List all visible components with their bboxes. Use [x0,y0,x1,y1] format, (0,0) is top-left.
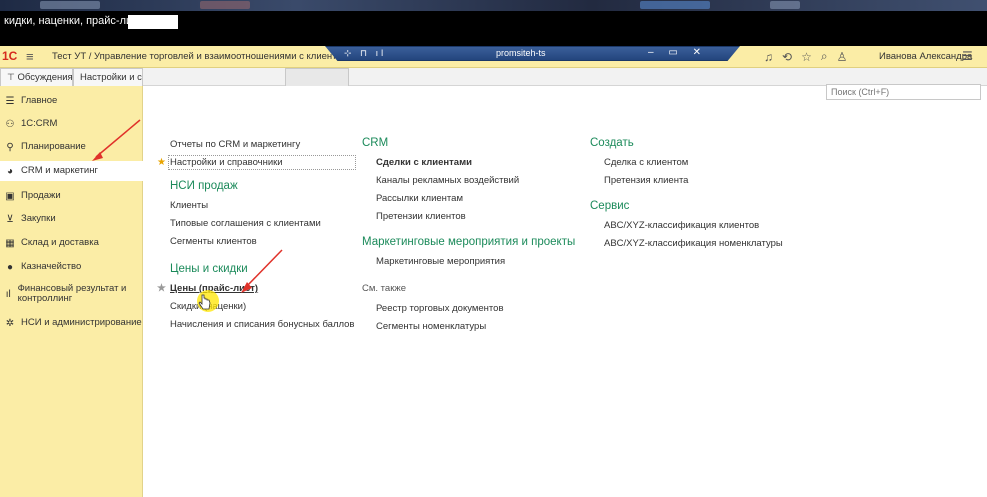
link-trade-docs-registry[interactable]: Реестр торговых документов [376,303,575,314]
ruble-icon: ● [6,261,14,273]
link-crm-reports[interactable]: Отчеты по CRM и маркетингу [170,139,354,150]
sidebar-item-crm-marketing[interactable]: ◕ CRM и маркетинг [0,161,143,181]
tab-discussions-label: Обсуждения [17,72,73,83]
settings-menu-icon[interactable]: ☰ [962,49,973,63]
link-abc-xyz-nomenclature[interactable]: ABC/XYZ-классификация номенклатуры [604,238,783,249]
rdp-pin-icon[interactable]: ⊹ ⊓ ıl [344,48,386,59]
planning-icon: ⚲ [6,141,14,153]
see-also-label: См. также [362,283,406,294]
main-menu-icon[interactable]: ≡ [26,49,34,64]
sidebar-item-treasury[interactable]: ● Казначейство [0,260,143,274]
link-client-deals[interactable]: Сделки с клиентами [376,157,575,168]
bar-chart-icon: ıl [5,288,11,300]
sidebar-item-financial-result[interactable]: ıl Финансовый результат и контроллинг [0,283,143,305]
link-ad-channels[interactable]: Каналы рекламных воздействий [376,175,575,186]
history-icon[interactable]: ⟲ [782,50,792,64]
section-title-crm: CRM [362,137,389,149]
gear-icon: ✲ [5,317,15,329]
remote-desktop-bar[interactable]: ⊹ ⊓ ıl promsiteh-ts – ▭ ✕ [325,46,740,61]
cart-icon: ⊻ [6,213,14,225]
tab-blank[interactable] [285,68,349,86]
tab-discussions[interactable]: ⊤ Обсуждения [0,68,73,86]
link-clients[interactable]: Клиенты [170,200,354,211]
user-name[interactable]: Иванова Александра [879,51,972,62]
pin-icon: ⊤ [7,72,15,82]
app-header: 1С ≡ Тест УТ / Управление торговлей и вз… [0,46,987,68]
title-highlight [128,15,178,29]
link-marketing-events[interactable]: Маркетинговые мероприятия [376,256,575,267]
warehouse-icon: ▦ [5,237,15,249]
pie-chart-icon: ◕ [6,165,14,177]
link-settings-directories[interactable]: ★ Настройки и справочники [157,155,357,170]
main-content: Отчеты по CRM и маркетингу ★ Настройки и… [144,84,987,497]
link-client-mailings[interactable]: Рассылки клиентам [376,193,575,204]
section-title-prices: Цены и скидки [170,263,248,275]
1c-logo-icon[interactable]: 1С [2,49,17,63]
rdp-host-label: promsiteh-ts [496,48,546,58]
sidebar-item-nsi-admin[interactable]: ✲ НСИ и администрирование [0,316,143,330]
sidebar-item-warehouse[interactable]: ▦ Склад и доставка [0,236,143,250]
link-bonus-points[interactable]: Начисления и списания бонусных баллов [170,319,354,330]
section-title-nsi: НСИ продаж [170,180,238,192]
section-title-service: Сервис [590,200,630,212]
section-title-marketing: Маркетинговые мероприятия и проекты [362,236,576,248]
rdp-window-controls[interactable]: – ▭ ✕ [648,47,707,58]
sidebar-item-planning[interactable]: ⚲ Планирование [0,140,143,154]
link-nomenclature-segments[interactable]: Сегменты номенклатуры [376,321,575,332]
sidebar-item-purchases[interactable]: ⊻ Закупки [0,212,143,226]
column-3: Создать Сделка с клиентом Претензия клие… [590,137,783,256]
favorite-star-icon[interactable]: ★ [157,157,166,168]
section-title-create: Создать [590,137,634,149]
sidebar: ☰ Главное ⚇ 1С:CRM ⚲ Планирование ◕ CRM … [0,86,143,497]
link-price-list[interactable]: ★ Цены (прайс-лист) [157,283,354,294]
sidebar-item-main[interactable]: ☰ Главное [0,94,143,108]
app-title: Тест УТ / Управление торговлей и взаимоо… [52,51,371,62]
tab-settings[interactable]: Настройки и сп [73,68,143,86]
column-1: Отчеты по CRM и маркетингу ★ Настройки и… [157,139,357,337]
link-create-deal[interactable]: Сделка с клиентом [604,157,783,168]
favorite-star-icon[interactable]: ★ [157,283,166,294]
window-title-bar: кидки, наценки, прайс-листы. [0,11,987,46]
tab-settings-label: Настройки и сп [80,72,143,83]
list-icon: ☰ [5,95,15,107]
star-icon[interactable]: ☆ [801,50,812,64]
sidebar-item-sales[interactable]: ▣ Продажи [0,189,143,203]
sidebar-item-1c-crm[interactable]: ⚇ 1С:CRM [0,117,143,131]
link-client-segments[interactable]: Сегменты клиентов [170,236,354,247]
user-icon[interactable]: ♙ [837,50,848,64]
search-input[interactable] [826,84,981,100]
os-taskbar-strip [0,0,987,11]
link-client-claims[interactable]: Претензии клиентов [376,211,575,222]
column-2: CRM Сделки с клиентами Каналы рекламных … [362,137,575,339]
link-typical-agreements[interactable]: Типовые соглашения с клиентами [170,218,354,229]
cursor-highlight [197,290,219,312]
link-create-claim[interactable]: Претензия клиента [604,175,783,186]
people-icon: ⚇ [5,118,15,130]
link-abc-xyz-clients[interactable]: ABC/XYZ-классификация клиентов [604,220,783,231]
search-icon[interactable]: ⌕ [821,49,828,64]
box-icon: ▣ [5,190,15,202]
bell-icon[interactable]: ♫ [764,50,773,64]
